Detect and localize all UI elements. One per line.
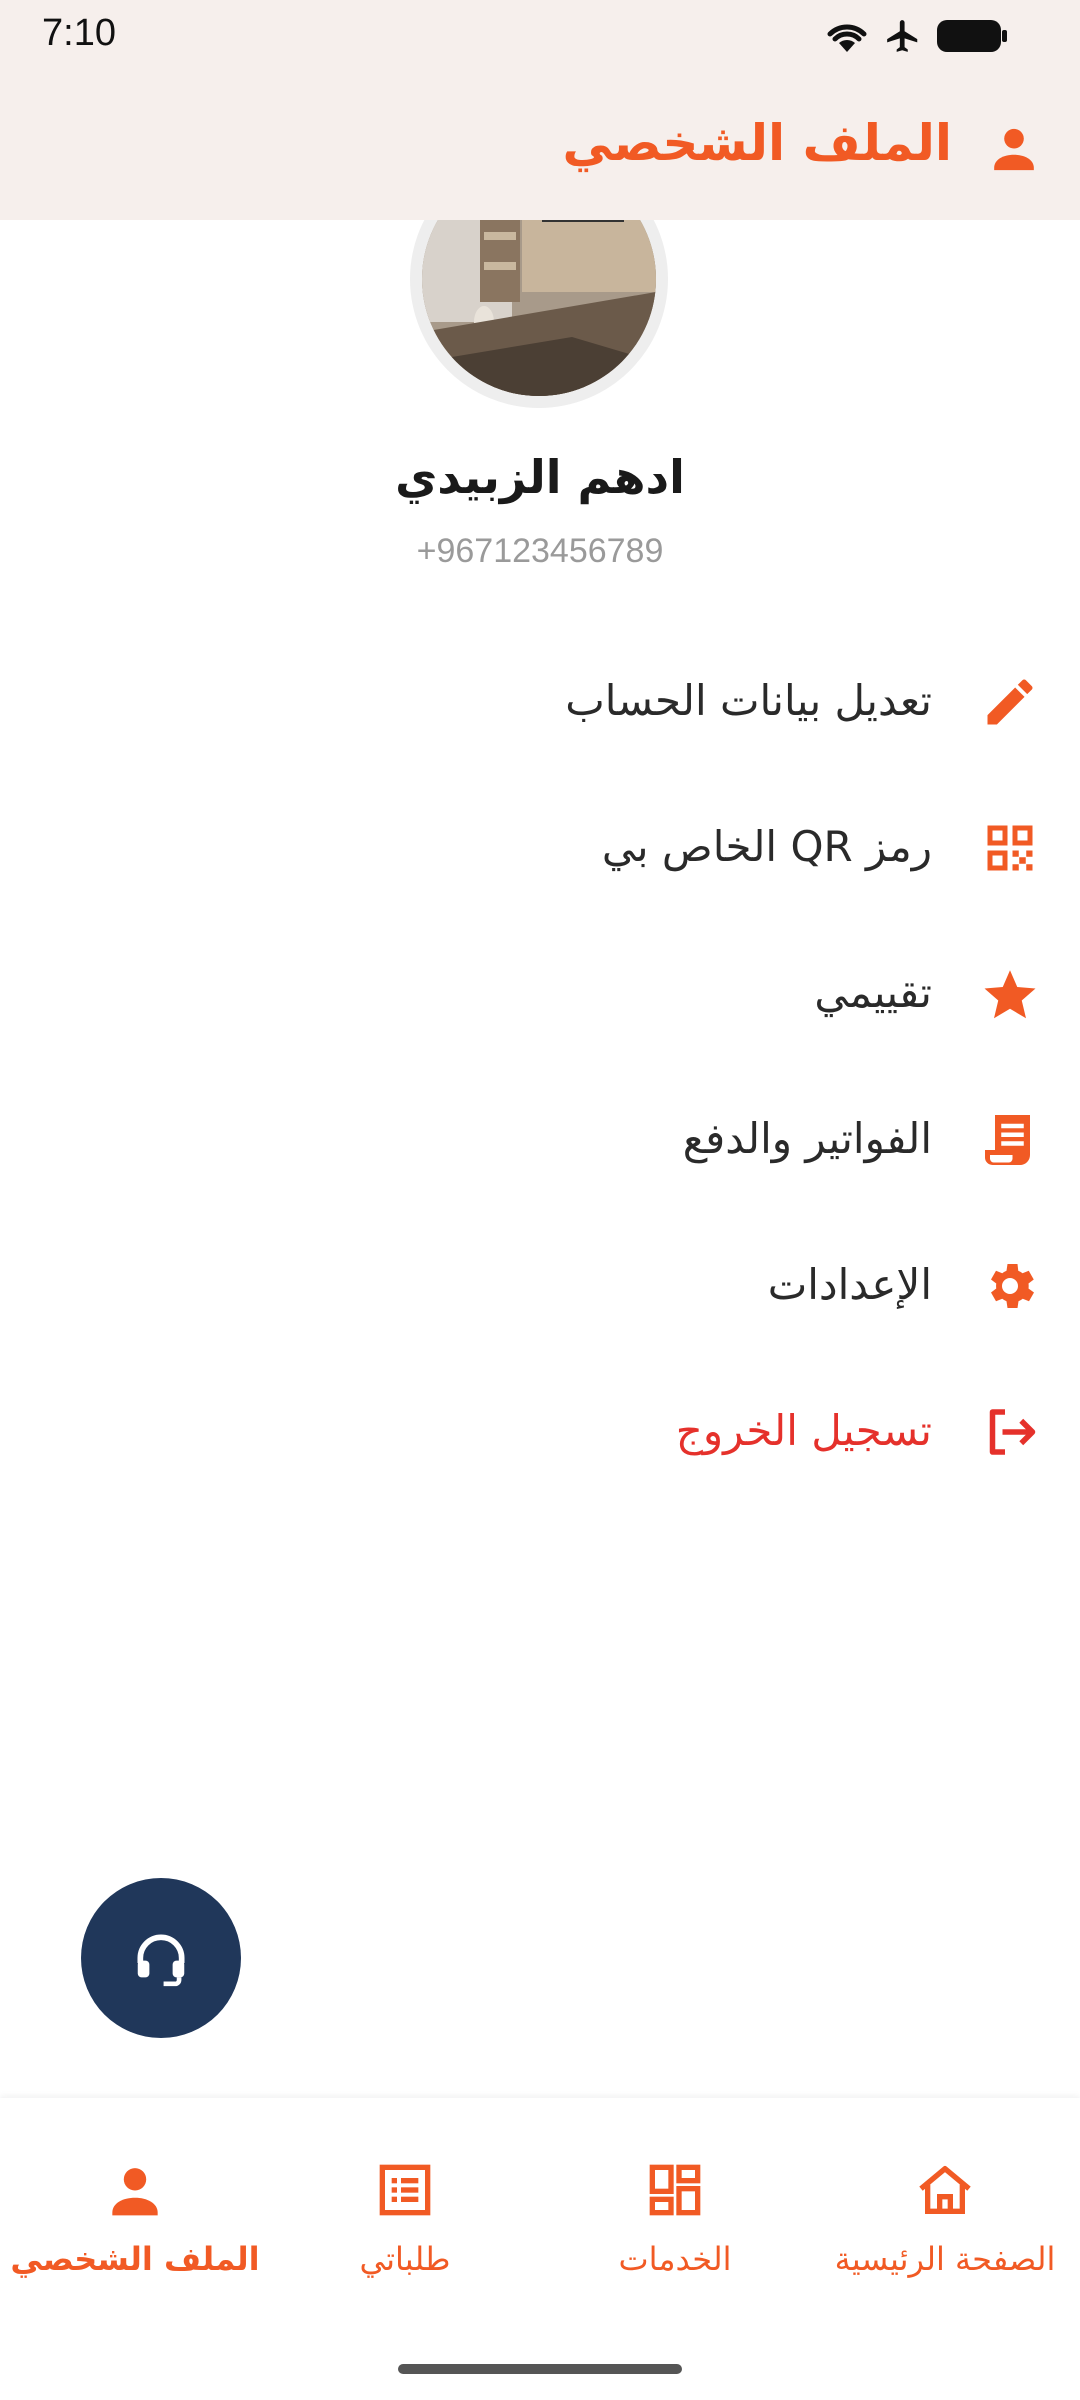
nav-label: الخدمات bbox=[618, 2240, 732, 2278]
home-indicator[interactable] bbox=[398, 2364, 682, 2374]
status-bar: 7:10 bbox=[0, 0, 1080, 72]
app-bar: الملف الشخصي bbox=[0, 72, 1080, 220]
gear-icon bbox=[991, 1264, 1034, 1308]
bottom-nav: الصفحة الرئيسية الخدمات طلباتي الملف الش… bbox=[0, 2098, 1080, 2400]
wifi-icon bbox=[827, 24, 867, 52]
star-icon bbox=[984, 970, 1036, 1019]
status-time: 7:10 bbox=[42, 12, 116, 54]
menu-item-edit-account[interactable]: تعديل بيانات الحساب bbox=[0, 640, 1080, 760]
home-icon bbox=[919, 2166, 971, 2214]
edit-icon bbox=[987, 679, 1033, 725]
menu-item-label: تسجيل الخروج bbox=[675, 1406, 932, 1455]
services-icon bbox=[649, 2164, 701, 2216]
nav-label: طلباتي bbox=[359, 2240, 451, 2278]
profile-phone: +967123456789 bbox=[416, 532, 664, 570]
nav-item-home[interactable]: الصفحة الرئيسية bbox=[815, 2158, 1075, 2298]
menu-item-label: تقييمي bbox=[814, 968, 932, 1017]
menu-item-my-rating[interactable]: تقييمي bbox=[0, 932, 1080, 1052]
orders-icon bbox=[379, 2164, 431, 2216]
menu-item-invoices[interactable]: الفواتير والدفع bbox=[0, 1078, 1080, 1198]
menu-item-settings[interactable]: الإعدادات bbox=[0, 1224, 1080, 1344]
person-icon bbox=[994, 128, 1034, 171]
nav-label: الصفحة الرئيسية bbox=[834, 2240, 1056, 2278]
airplane-icon bbox=[887, 20, 918, 52]
headset-icon bbox=[137, 1934, 185, 1987]
nav-label: الملف الشخصي bbox=[10, 2240, 260, 2278]
person-icon bbox=[112, 2168, 158, 2216]
nav-item-services[interactable]: الخدمات bbox=[545, 2158, 805, 2298]
support-button[interactable] bbox=[81, 1878, 241, 2038]
menu-item-label: الإعدادات bbox=[767, 1260, 932, 1309]
status-icons bbox=[824, 16, 1008, 56]
nav-item-orders[interactable]: طلباتي bbox=[275, 2158, 535, 2298]
invoice-icon bbox=[985, 1115, 1030, 1165]
menu-item-label: رمز QR الخاص بي bbox=[601, 822, 932, 871]
qr-code-icon bbox=[987, 825, 1033, 871]
page-title: الملف الشخصي bbox=[562, 114, 952, 172]
battery-icon bbox=[937, 20, 1007, 52]
menu-item-label: الفواتير والدفع bbox=[682, 1114, 932, 1163]
menu-item-qr-code[interactable]: رمز QR الخاص بي bbox=[0, 786, 1080, 906]
profile-name: ادهم الزبيدي bbox=[395, 450, 685, 504]
menu-item-label: تعديل بيانات الحساب bbox=[565, 676, 932, 725]
menu-item-logout[interactable]: تسجيل الخروج bbox=[0, 1370, 1080, 1490]
nav-item-profile[interactable]: الملف الشخصي bbox=[5, 2158, 265, 2298]
logout-icon bbox=[989, 1409, 1036, 1455]
